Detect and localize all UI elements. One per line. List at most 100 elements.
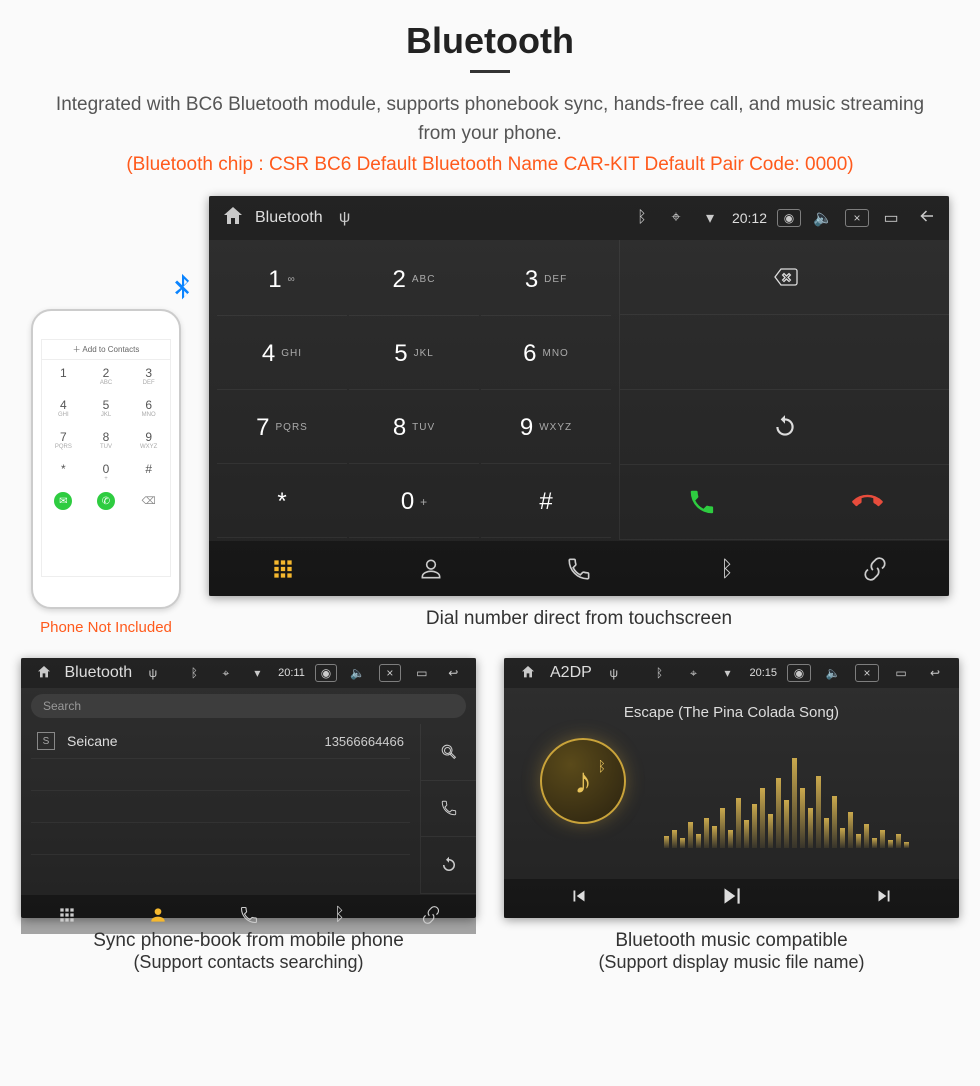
home-icon[interactable] [33, 664, 55, 683]
phone-key[interactable]: 1 [42, 360, 85, 392]
screenshot-icon[interactable]: ◉ [315, 664, 337, 682]
dialer-key-7[interactable]: 7PQRS [217, 392, 347, 464]
wifi-icon: ▾ [247, 666, 269, 680]
search-input[interactable]: Search [31, 694, 466, 718]
music-controls [504, 878, 959, 918]
close-app-icon[interactable]: × [379, 664, 401, 682]
volume-icon[interactable]: 🔈 [811, 208, 835, 228]
dialer-key-1[interactable]: 1∞ [217, 244, 347, 316]
phone-backspace-icon: ⌫ [140, 492, 158, 510]
dialer-key-*[interactable]: * [217, 466, 347, 538]
tab-pair[interactable] [385, 895, 476, 934]
contacts-body: SSeicane13566664466 [21, 724, 476, 894]
eq-bar [888, 840, 893, 848]
contacts-tabs: ᛒ [21, 894, 476, 934]
tab-bluetooth[interactable]: ᛒ [653, 541, 801, 596]
dialer-key-9[interactable]: 9WXYZ [481, 392, 611, 464]
tab-contacts[interactable] [357, 541, 505, 596]
phone-key[interactable]: 3DEF [127, 360, 170, 392]
back-icon[interactable]: ↩ [442, 666, 464, 680]
recents-icon[interactable]: ▭ [889, 666, 913, 680]
dialer-key-5[interactable]: 5JKL [349, 318, 479, 390]
phone-top-bar: ＋ Add to Contacts [42, 340, 170, 360]
phone-key[interactable]: 2ABC [85, 360, 128, 392]
contacts-statusbar: Bluetooth ψ ᛒ ⌖ ▾ 20:11 ◉ 🔈 × ▭ ↩ [21, 658, 476, 688]
prev-track-button[interactable] [568, 885, 590, 913]
phone-key[interactable]: 9WXYZ [127, 424, 170, 456]
home-icon[interactable] [516, 664, 540, 683]
screenshot-icon[interactable]: ◉ [777, 209, 801, 227]
phone-key[interactable]: 4GHI [42, 392, 85, 424]
tab-recent[interactable] [505, 541, 653, 596]
eq-bar [864, 824, 869, 848]
tab-recent[interactable] [203, 895, 294, 934]
dialer-key-8[interactable]: 8TUV [349, 392, 479, 464]
page-description: Integrated with BC6 Bluetooth module, su… [40, 91, 940, 148]
title-underline [470, 70, 510, 73]
phone-call-icon: ✆ [97, 492, 115, 510]
tab-contacts[interactable] [112, 895, 203, 934]
volume-icon[interactable]: 🔈 [347, 666, 369, 680]
backspace-button[interactable] [620, 240, 949, 315]
search-icon[interactable] [421, 724, 476, 781]
eq-bar [728, 830, 733, 848]
play-pause-button[interactable] [718, 883, 744, 915]
music-body: Escape (The Pina Colada Song) ♪ᛒ [504, 688, 959, 878]
eq-bar [672, 830, 677, 848]
location-icon: ⌖ [681, 666, 705, 681]
eq-bar [696, 834, 701, 848]
phone-key[interactable]: 0+ [85, 456, 128, 488]
phone-key[interactable]: 6MNO [127, 392, 170, 424]
eq-bar [768, 814, 773, 848]
volume-icon[interactable]: 🔈 [821, 666, 845, 680]
screenshot-icon[interactable]: ◉ [787, 664, 811, 682]
usb-icon: ψ [142, 666, 164, 680]
eq-bar [664, 836, 669, 848]
contact-list: SSeicane13566664466 [21, 724, 420, 894]
eq-bar [752, 804, 757, 848]
eq-bar [856, 834, 861, 848]
call-button[interactable] [620, 487, 785, 517]
phone-key[interactable]: # [127, 456, 170, 488]
dialer-key-#[interactable]: # [481, 466, 611, 538]
back-icon[interactable] [913, 207, 937, 230]
next-track-button[interactable] [873, 885, 895, 913]
clock: 20:11 [278, 667, 305, 679]
music-caption: Bluetooth music compatible (Support disp… [504, 930, 959, 973]
back-icon[interactable]: ↩ [923, 666, 947, 680]
phone-key[interactable]: 7PQRS [42, 424, 85, 456]
eq-bar [800, 788, 805, 848]
dialer-key-0[interactable]: 0+ [349, 466, 479, 538]
recents-icon[interactable]: ▭ [411, 666, 433, 680]
call-icon[interactable] [421, 781, 476, 838]
eq-bar [816, 776, 821, 848]
phone-key[interactable]: 5JKL [85, 392, 128, 424]
close-app-icon[interactable]: × [845, 209, 869, 227]
music-caption-l2: (Support display music file name) [504, 952, 959, 973]
phone-key[interactable]: * [42, 456, 85, 488]
tab-bluetooth[interactable]: ᛒ [294, 895, 385, 934]
contact-row[interactable]: SSeicane13566664466 [31, 724, 410, 759]
music-screen: A2DP ψ ᛒ ⌖ ▾ 20:15 ◉ 🔈 × ▭ ↩ Escape (The… [504, 658, 959, 918]
sync-icon[interactable] [421, 837, 476, 894]
eq-bar [848, 812, 853, 848]
home-icon[interactable] [221, 204, 245, 233]
dialer-key-6[interactable]: 6MNO [481, 318, 611, 390]
dialer-key-2[interactable]: 2ABC [349, 244, 479, 316]
add-to-contacts-label: Add to Contacts [82, 345, 139, 354]
close-app-icon[interactable]: × [855, 664, 879, 682]
contacts-screen: Bluetooth ψ ᛒ ⌖ ▾ 20:11 ◉ 🔈 × ▭ ↩ Search… [21, 658, 476, 918]
empty-cell [620, 315, 949, 390]
tab-keypad[interactable] [209, 541, 357, 596]
dialer-key-4[interactable]: 4GHI [217, 318, 347, 390]
dialer-key-3[interactable]: 3DEF [481, 244, 611, 316]
eq-bar [736, 798, 741, 848]
tab-keypad[interactable] [21, 895, 112, 934]
location-icon: ⌖ [215, 666, 237, 681]
recents-icon[interactable]: ▭ [879, 208, 903, 228]
eq-bar [760, 788, 765, 848]
list-item [31, 759, 410, 791]
phone-key[interactable]: 8TUV [85, 424, 128, 456]
eq-bar [840, 828, 845, 848]
eq-bar [784, 800, 789, 848]
